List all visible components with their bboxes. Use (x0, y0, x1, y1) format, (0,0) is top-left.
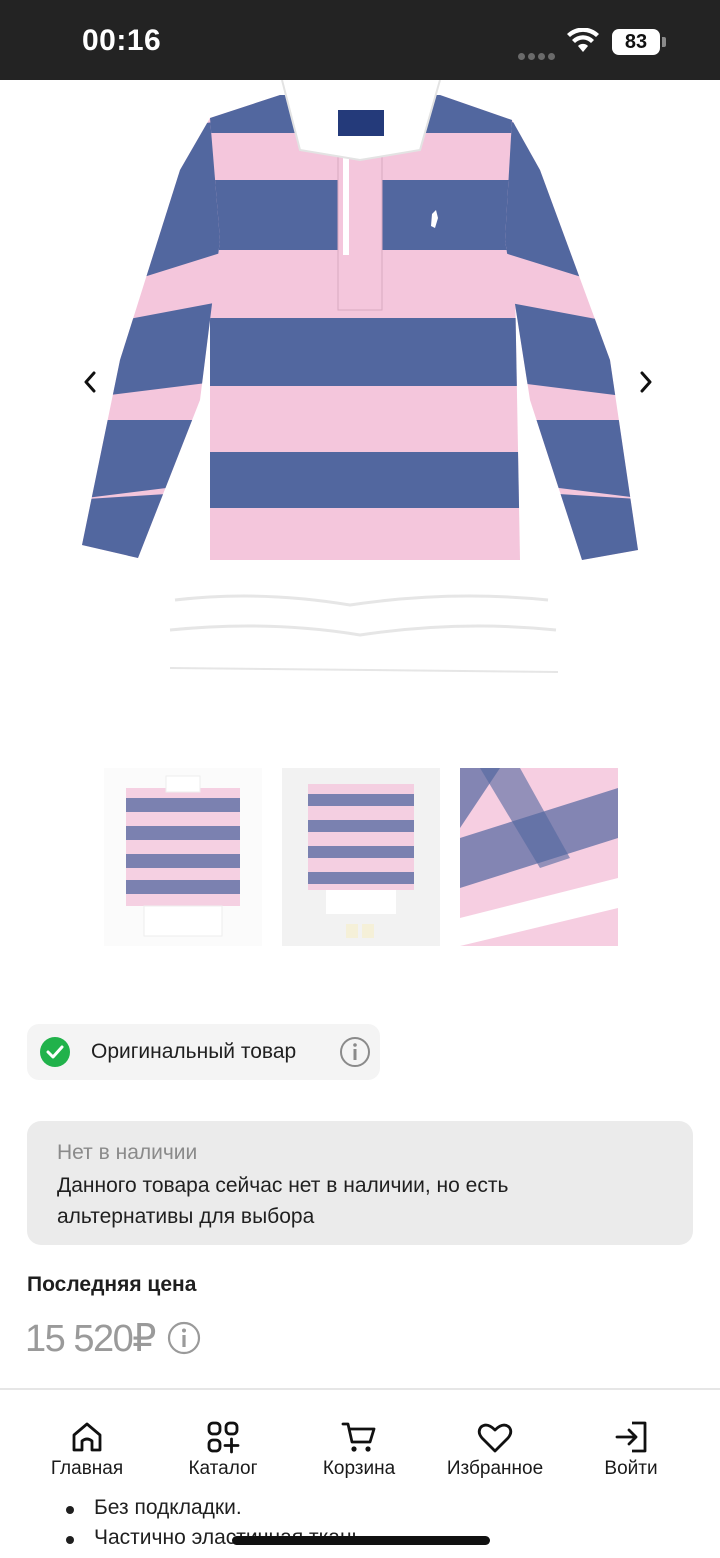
nav-item-catalog[interactable]: Каталог (158, 1414, 288, 1480)
bottom-navigation: Главная Каталог Корзина Избранное Войти (0, 1388, 720, 1492)
chevron-right-icon (640, 371, 652, 393)
catalog-icon (207, 1421, 240, 1454)
thumbnail-2[interactable] (282, 768, 440, 946)
stock-status-text: Данного товара сейчас нет в наличии, но … (57, 1174, 509, 1228)
info-icon[interactable] (339, 1036, 371, 1068)
list-item: Без подкладки. (66, 1496, 242, 1519)
battery-nub (662, 37, 666, 47)
login-icon (615, 1421, 647, 1453)
thumbnail-1[interactable] (104, 768, 262, 946)
heart-icon (477, 1423, 513, 1453)
nav-label-login: Войти (604, 1458, 658, 1479)
gallery-prev-button[interactable] (76, 368, 104, 396)
status-bar: 00:16 83 (0, 0, 720, 80)
chevron-left-icon (84, 371, 96, 393)
thumbnail-3[interactable] (460, 768, 618, 946)
nav-label-favorites: Избранное (446, 1458, 544, 1479)
gallery-next-button[interactable] (632, 368, 660, 396)
nav-item-favorites[interactable]: Избранное (430, 1414, 560, 1480)
product-gallery[interactable] (0, 80, 720, 740)
wifi-icon (566, 27, 600, 59)
price-value: 15 520₽ (25, 1317, 156, 1360)
nav-label-cart: Корзина (322, 1458, 396, 1479)
battery-level: 83 (624, 31, 648, 53)
info-icon[interactable] (167, 1321, 201, 1355)
nav-item-login[interactable]: Войти (566, 1414, 696, 1480)
nav-label-catalog: Каталог (188, 1458, 258, 1479)
battery-icon: 83 (612, 29, 660, 55)
last-price-heading: Последняя цена (27, 1273, 197, 1296)
nav-item-home[interactable]: Главная (22, 1414, 152, 1480)
product-details-list: Без подкладки. Частично эластичная ткань… (0, 1492, 720, 1558)
out-of-stock-card: Нет в наличии Данного товара сейчас нет … (27, 1121, 693, 1245)
nav-label-home: Главная (50, 1458, 124, 1479)
home-icon (72, 1422, 102, 1452)
home-indicator[interactable] (232, 1536, 490, 1545)
product-image (82, 80, 638, 673)
check-circle-icon (40, 1037, 70, 1067)
status-time: 00:16 (82, 24, 162, 57)
thumbnail-strip (104, 768, 618, 946)
price-row: 15 520₽ (25, 1314, 201, 1362)
nav-item-cart[interactable]: Корзина (294, 1414, 424, 1480)
original-product-badge[interactable]: Оригинальный товар (27, 1024, 380, 1080)
stock-status-title: Нет в наличии (57, 1141, 198, 1164)
cart-icon (341, 1422, 376, 1452)
original-product-label: Оригинальный товар (91, 1040, 297, 1063)
cellular-signal-icon (518, 47, 558, 65)
